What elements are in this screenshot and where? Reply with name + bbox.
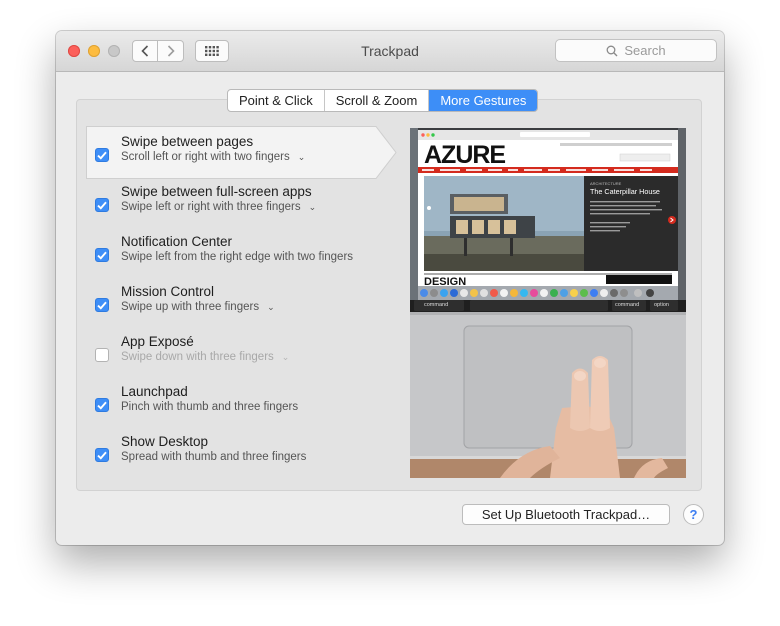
key-command-right: command	[615, 302, 639, 308]
gesture-option-popup[interactable]: Swipe up with three fingers ⌄	[121, 301, 275, 313]
swipe-between-pages-checkbox[interactable]	[95, 148, 109, 162]
gesture-description: Scroll left or right with two fingers	[121, 151, 290, 163]
chevron-down-icon: ⌄	[308, 201, 317, 212]
tab-scroll-and-zoom[interactable]: Scroll & Zoom	[325, 90, 430, 111]
set-up-bluetooth-trackpad-button[interactable]: Set Up Bluetooth Trackpad…	[462, 504, 670, 525]
checkmark-icon	[97, 301, 107, 310]
show-desktop-checkbox[interactable]	[95, 448, 109, 462]
gesture-preview: AZURE ARCHITECTURE The Caterpillar House…	[410, 128, 686, 478]
azure-logo-text: AZURE	[424, 141, 505, 169]
trackpad-preferences-window: Trackpad Search Point & Click Scroll & Z…	[56, 31, 724, 545]
gesture-item-app-expose[interactable]: App Exposé Swipe down with three fingers…	[95, 329, 395, 379]
search-placeholder: Search	[624, 43, 666, 58]
checkmark-icon	[97, 201, 107, 210]
chevron-down-icon: ⌄	[297, 151, 306, 162]
browser-window: AZURE ARCHITECTURE The Caterpillar House…	[418, 130, 678, 300]
gesture-description: Swipe left or right with three fingers	[121, 201, 301, 213]
gesture-item-mission-control[interactable]: Mission Control Swipe up with three fing…	[95, 279, 395, 329]
gesture-title: App Exposé	[121, 334, 194, 349]
gesture-description: Pinch with thumb and three fingers	[121, 401, 299, 413]
tab-bar: Point & Click Scroll & Zoom More Gesture…	[227, 89, 539, 112]
launchpad-checkbox[interactable]	[95, 398, 109, 412]
gesture-description: Swipe left from the right edge with two …	[121, 251, 354, 263]
notification-center-checkbox[interactable]	[95, 248, 109, 262]
mission-control-checkbox[interactable]	[95, 298, 109, 312]
gesture-item-show-desktop[interactable]: Show Desktop Spread with thumb and three…	[95, 429, 395, 479]
checkmark-icon	[97, 451, 107, 460]
checkmark-icon	[97, 401, 107, 410]
search-field[interactable]: Search	[555, 39, 717, 62]
key-option: option	[654, 302, 669, 308]
chevron-down-icon: ⌄	[281, 351, 290, 362]
search-icon	[606, 45, 618, 56]
gesture-title: Notification Center	[121, 234, 233, 249]
gesture-description: Swipe down with three fingers	[121, 351, 274, 363]
gesture-description-row: Spread with thumb and three fingers	[121, 451, 306, 463]
app-expose-checkbox[interactable]	[95, 348, 109, 362]
gesture-item-swipe-between-full-screen-apps[interactable]: Swipe between full-screen apps Swipe lef…	[95, 179, 395, 229]
checkmark-icon	[97, 251, 107, 260]
gesture-option-popup[interactable]: Swipe left or right with three fingers ⌄	[121, 201, 316, 213]
chevron-down-icon: ⌄	[267, 301, 275, 312]
gesture-title: Mission Control	[121, 284, 215, 299]
gesture-description-row: Pinch with thumb and three fingers	[121, 401, 298, 413]
gesture-title: Swipe between full-screen apps	[121, 184, 312, 199]
article-category: ARCHITECTURE	[590, 181, 622, 186]
key-command-left: command	[424, 302, 448, 308]
gesture-title: Launchpad	[121, 384, 188, 399]
tab-point-and-click[interactable]: Point & Click	[228, 90, 325, 111]
article-headline: The Caterpillar House	[590, 187, 660, 196]
gesture-description: Spread with thumb and three fingers	[121, 451, 307, 463]
gesture-item-notification-center[interactable]: Notification Center Swipe left from the …	[95, 229, 395, 279]
gesture-item-swipe-between-pages[interactable]: Swipe between pages Scroll left or right…	[95, 129, 395, 179]
gesture-title: Swipe between pages	[121, 134, 254, 149]
swipe-full-screen-apps-checkbox[interactable]	[95, 198, 109, 212]
checkmark-icon	[97, 151, 107, 160]
gesture-option-popup[interactable]: Swipe down with three fingers ⌄	[121, 351, 289, 363]
gesture-item-launchpad[interactable]: Launchpad Pinch with thumb and three fin…	[95, 379, 395, 429]
help-button[interactable]: ?	[683, 504, 704, 525]
title-bar: Trackpad Search	[56, 31, 724, 72]
gesture-title: Show Desktop	[121, 434, 209, 449]
tab-more-gestures[interactable]: More Gestures	[429, 90, 538, 111]
gesture-description: Swipe up with three fingers	[121, 301, 260, 313]
gesture-option-popup[interactable]: Scroll left or right with two fingers ⌄	[121, 151, 305, 163]
gesture-description-row: Swipe left from the right edge with two …	[121, 251, 353, 263]
